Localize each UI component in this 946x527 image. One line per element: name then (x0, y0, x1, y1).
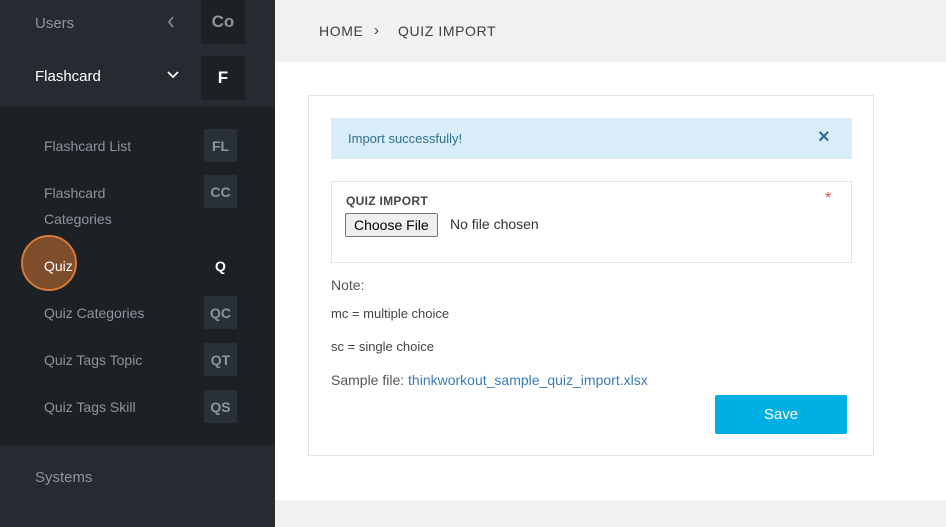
file-status: No file chosen (450, 216, 539, 232)
sidebar-item-flashcard-categories-line2[interactable]: Categories (44, 206, 112, 232)
breadcrumb-separator-icon: › (374, 22, 380, 39)
close-icon[interactable]: × (818, 126, 830, 149)
footer-strip (275, 500, 946, 527)
sidebar-item-flashcard-categories-line1[interactable]: Flashcard (44, 180, 105, 206)
sidebar-badge-qt: QT (204, 343, 237, 376)
choose-file-button[interactable]: Choose File (345, 213, 438, 237)
sample-file-label: Sample file: (331, 372, 409, 388)
save-button-label: Save (763, 406, 799, 423)
sidebar-item-systems[interactable]: Systems (35, 469, 93, 486)
note-sc: sc = single choice (331, 339, 434, 354)
success-alert: Import successfully! × (331, 118, 852, 159)
note-title: Note: (331, 277, 365, 293)
breadcrumb: HOME › QUIZ IMPORT (275, 0, 946, 62)
breadcrumb-current: QUIZ IMPORT (398, 23, 497, 39)
sidebar-item-quiz-tags-skill[interactable]: Quiz Tags Skill (44, 394, 136, 420)
sample-file: Sample file: thinkworkout_sample_quiz_im… (331, 372, 648, 388)
required-mark: * (825, 190, 832, 207)
sidebar-item-quiz-tags-topic[interactable]: Quiz Tags Topic (44, 347, 142, 373)
sidebar-item-flashcard[interactable]: Flashcard F (0, 52, 275, 107)
sidebar: Users Co Flashcard F Flashcard List FL F… (0, 0, 275, 527)
sidebar-badge-fl: FL (204, 129, 237, 162)
quiz-import-field: QUIZ IMPORT * Choose File No file chosen (331, 181, 852, 263)
chevron-down-icon (166, 68, 180, 84)
sidebar-item-users[interactable]: Users Co (0, 0, 275, 52)
sidebar-badge-users: Co (201, 0, 245, 44)
sidebar-badge-qc: QC (204, 296, 237, 329)
sidebar-item-flashcard-label: Flashcard (35, 68, 101, 85)
note-mc: mc = multiple choice (331, 306, 450, 321)
breadcrumb-home[interactable]: HOME (319, 23, 363, 39)
sidebar-item-flashcard-list[interactable]: Flashcard List (44, 133, 131, 159)
sidebar-badge-cc: CC (204, 175, 237, 208)
alert-message: Import successfully! (348, 131, 463, 146)
chevron-left-icon (166, 15, 176, 32)
field-label: QUIZ IMPORT (346, 194, 428, 208)
sidebar-item-quiz[interactable]: Quiz (44, 253, 73, 279)
sidebar-badge-q: Q (204, 249, 237, 282)
sidebar-item-users-label: Users (35, 15, 75, 32)
sidebar-item-quiz-categories[interactable]: Quiz Categories (44, 300, 144, 326)
save-button[interactable]: Save (715, 395, 847, 434)
sample-file-link[interactable]: thinkworkout_sample_quiz_import.xlsx (408, 372, 648, 388)
sidebar-badge-flashcard: F (201, 56, 245, 100)
sidebar-badge-qs: QS (204, 390, 237, 423)
